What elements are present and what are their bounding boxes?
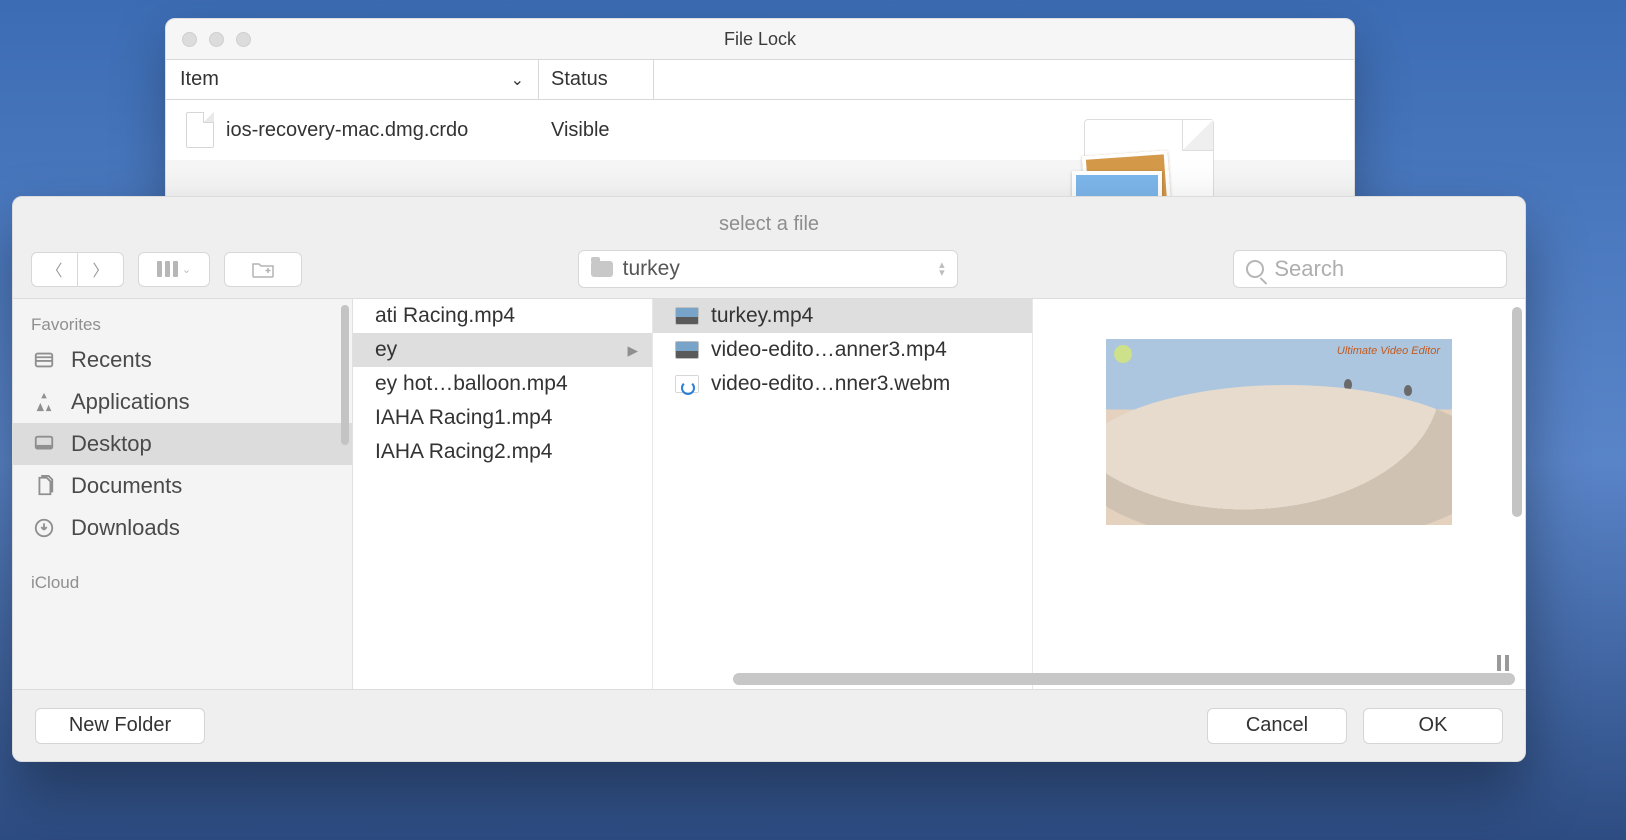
column-item-label: Item bbox=[180, 68, 219, 91]
list-item[interactable]: ey hot…balloon.mp4 bbox=[353, 367, 652, 401]
list-item[interactable]: ati Racing.mp4 bbox=[353, 299, 652, 333]
open-file-dialog: select a file 〈 〉 ⌄ turkey ▴▾ Search Fav… bbox=[12, 196, 1526, 762]
location-popup[interactable]: turkey ▴▾ bbox=[578, 250, 958, 288]
list-item[interactable]: video-edito…anner3.mp4 bbox=[653, 333, 1032, 367]
nav-group: 〈 〉 bbox=[31, 252, 124, 287]
applications-icon bbox=[31, 391, 57, 413]
ok-button[interactable]: OK bbox=[1363, 708, 1503, 744]
sidebar-item-recents[interactable]: Recents bbox=[13, 339, 352, 381]
folder-plus-icon bbox=[250, 260, 276, 278]
cancel-button[interactable]: Cancel bbox=[1207, 708, 1347, 744]
column-item[interactable]: Item ⌄ bbox=[166, 60, 539, 99]
titlebar: File Lock bbox=[166, 19, 1354, 59]
list-item[interactable]: IAHA Racing1.mp4 bbox=[353, 401, 652, 435]
group-button[interactable] bbox=[224, 252, 302, 287]
pause-icon bbox=[1497, 655, 1509, 671]
chevron-right-icon: ▸ bbox=[627, 338, 638, 363]
downloads-icon bbox=[31, 517, 57, 539]
search-placeholder: Search bbox=[1274, 256, 1344, 282]
column-status[interactable]: Status bbox=[539, 60, 654, 99]
dialog-body: Favorites Recents Applications Desktop D… bbox=[13, 298, 1525, 689]
sidebar-item-label: Recents bbox=[71, 347, 152, 373]
window-title: File Lock bbox=[166, 29, 1354, 50]
sidebar-item-label: Downloads bbox=[71, 515, 180, 541]
stepper-icon: ▴▾ bbox=[939, 261, 945, 277]
columns-icon bbox=[157, 261, 178, 277]
list-item-label: ey hot…balloon.mp4 bbox=[375, 372, 568, 396]
view-mode-button[interactable]: ⌄ bbox=[138, 252, 210, 287]
list-item[interactable]: turkey.mp4 bbox=[653, 299, 1032, 333]
column-2: turkey.mp4 video-edito…anner3.mp4 video-… bbox=[653, 299, 1033, 689]
balloon-icon bbox=[1420, 409, 1428, 420]
sidebar-heading-favorites: Favorites bbox=[13, 309, 352, 339]
balloon-icon bbox=[1404, 385, 1412, 396]
list-item-label: ey bbox=[375, 338, 397, 362]
column-browser: ati Racing.mp4 ey ▸ ey hot…balloon.mp4 IA… bbox=[353, 299, 1525, 689]
scrollbar-thumb[interactable] bbox=[341, 305, 349, 445]
location-label: turkey bbox=[623, 257, 680, 281]
folder-icon bbox=[591, 261, 613, 277]
list-item-label: video-edito…nner3.webm bbox=[711, 372, 950, 396]
list-item[interactable]: video-edito…nner3.webm bbox=[653, 367, 1032, 401]
preview-image: Ultimate Video Editor bbox=[1106, 339, 1452, 525]
chevron-down-icon: ⌄ bbox=[182, 263, 191, 276]
sidebar-item-label: Documents bbox=[71, 473, 182, 499]
dialog-title: select a file bbox=[13, 197, 1525, 244]
sidebar-item-label: Applications bbox=[71, 389, 190, 415]
horizontal-scrollbar[interactable] bbox=[733, 673, 1515, 685]
sidebar-item-documents[interactable]: Documents bbox=[13, 465, 352, 507]
sidebar-heading-icloud: iCloud bbox=[13, 549, 352, 597]
documents-icon bbox=[31, 475, 57, 497]
column-headers: Item ⌄ Status bbox=[166, 59, 1354, 100]
sidebar-item-label: Desktop bbox=[71, 431, 152, 457]
list-item-label: IAHA Racing1.mp4 bbox=[375, 406, 552, 430]
video-icon bbox=[675, 307, 699, 325]
forward-button[interactable]: 〉 bbox=[77, 252, 124, 287]
list-item[interactable]: IAHA Racing2.mp4 bbox=[353, 435, 652, 469]
list-item-label: ati Racing.mp4 bbox=[375, 304, 515, 328]
sidebar-item-downloads[interactable]: Downloads bbox=[13, 507, 352, 549]
chevron-down-icon: ⌄ bbox=[511, 70, 524, 90]
traffic-close-icon[interactable] bbox=[182, 32, 197, 47]
preview-overlay-title: Ultimate Video Editor bbox=[1337, 345, 1440, 357]
sidebar-item-desktop[interactable]: Desktop bbox=[13, 423, 352, 465]
list-item-label: turkey.mp4 bbox=[711, 304, 813, 328]
traffic-max-icon[interactable] bbox=[236, 32, 251, 47]
chevron-left-icon: 〈 bbox=[46, 257, 62, 281]
list-item-label: IAHA Racing2.mp4 bbox=[375, 440, 552, 464]
recents-icon bbox=[31, 349, 57, 371]
balloon-icon bbox=[1344, 379, 1352, 390]
balloon-icon bbox=[1368, 397, 1376, 408]
list-item[interactable]: ey ▸ bbox=[353, 333, 652, 367]
new-folder-button[interactable]: New Folder bbox=[35, 708, 205, 744]
search-icon bbox=[1246, 260, 1264, 278]
sidebar-item-applications[interactable]: Applications bbox=[13, 381, 352, 423]
column-1: ati Racing.mp4 ey ▸ ey hot…balloon.mp4 IA… bbox=[353, 299, 653, 689]
file-status: Visible bbox=[539, 119, 654, 142]
chevron-right-icon: 〉 bbox=[92, 257, 108, 281]
search-input[interactable]: Search bbox=[1233, 250, 1507, 288]
traffic-min-icon[interactable] bbox=[209, 32, 224, 47]
back-button[interactable]: 〈 bbox=[31, 252, 78, 287]
preview-pane: Ultimate Video Editor bbox=[1033, 299, 1525, 689]
file-name: ios-recovery-mac.dmg.crdo bbox=[226, 119, 468, 142]
dialog-footer: New Folder Cancel OK bbox=[13, 689, 1525, 761]
badge-icon bbox=[1114, 345, 1132, 363]
video-icon bbox=[675, 341, 699, 359]
sidebar: Favorites Recents Applications Desktop D… bbox=[13, 299, 353, 689]
webm-icon bbox=[675, 375, 699, 393]
desktop-icon bbox=[31, 433, 57, 455]
dialog-toolbar: 〈 〉 ⌄ turkey ▴▾ Search bbox=[13, 244, 1525, 298]
file-icon bbox=[186, 112, 214, 148]
scrollbar-thumb[interactable] bbox=[1512, 307, 1522, 517]
list-item-label: video-edito…anner3.mp4 bbox=[711, 338, 947, 362]
